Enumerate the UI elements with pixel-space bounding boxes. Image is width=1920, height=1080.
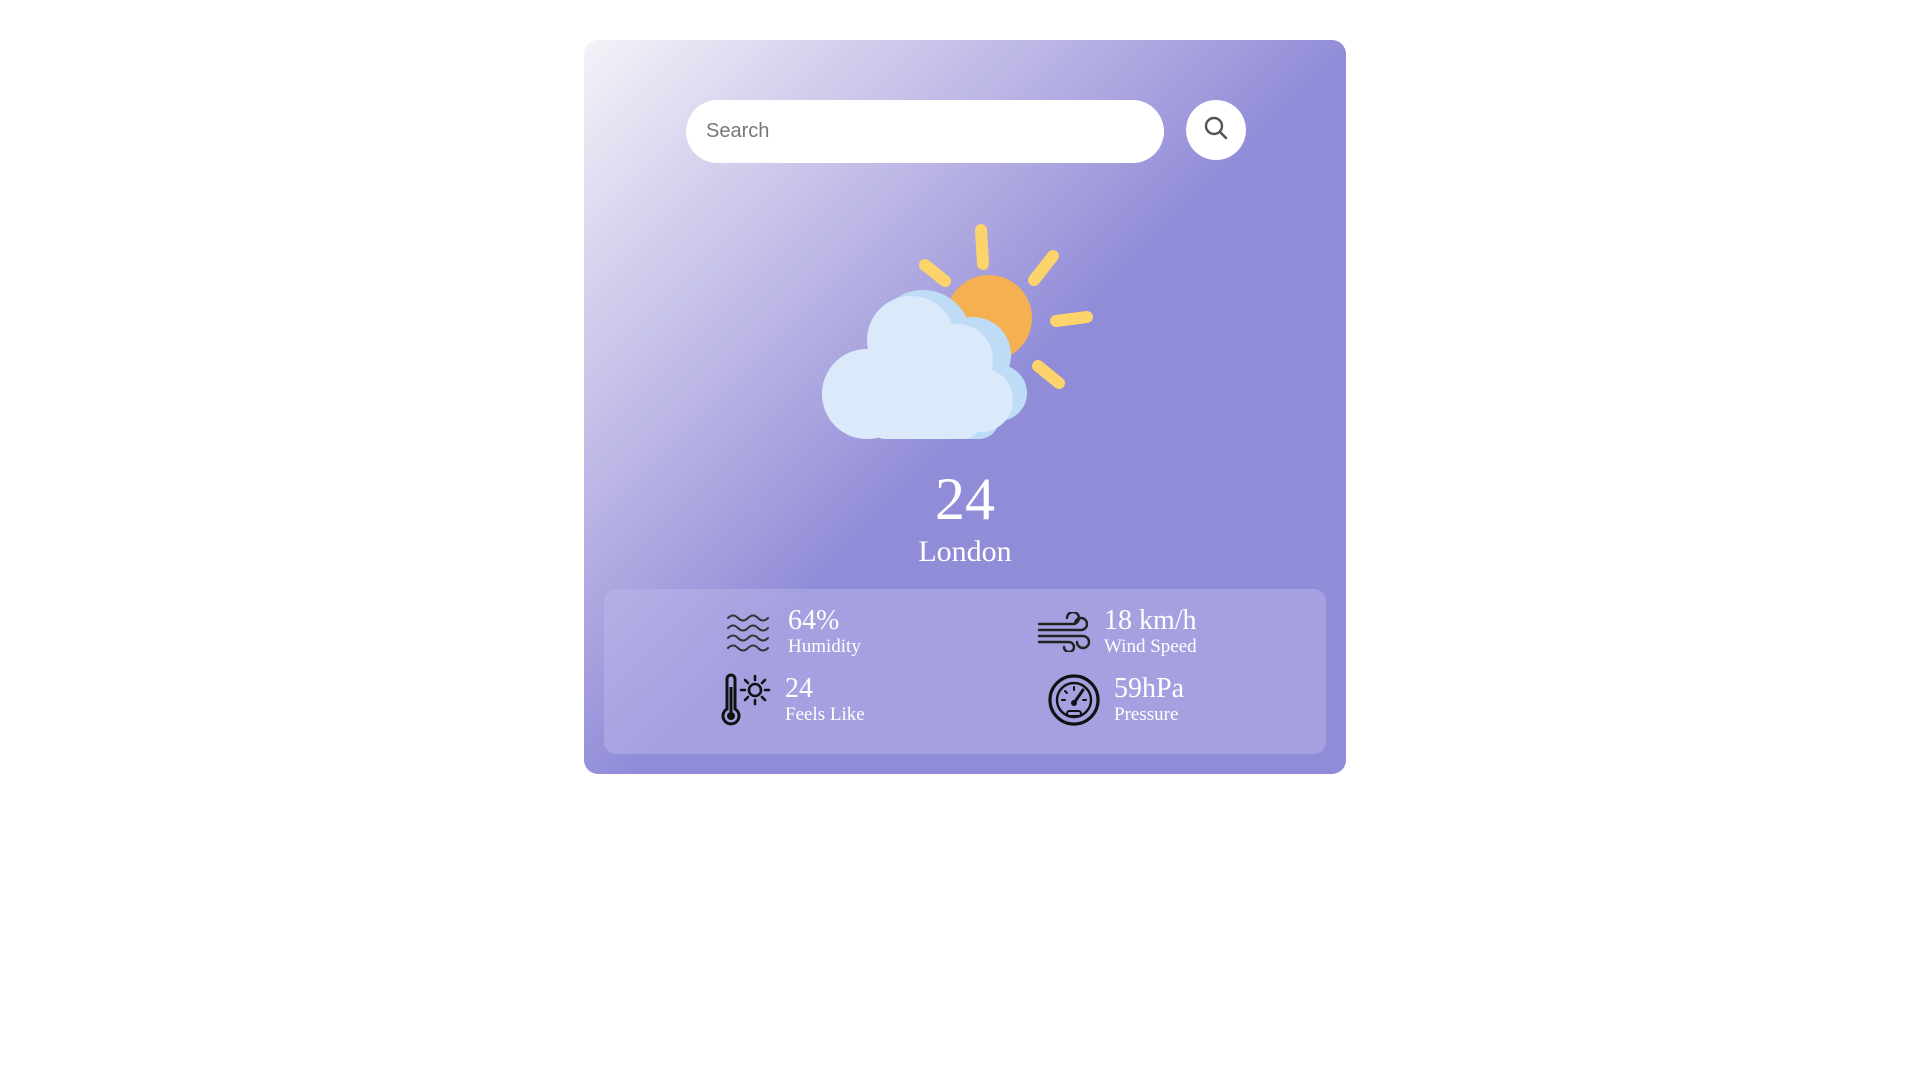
wind-speed-label: Wind Speed bbox=[1104, 636, 1197, 657]
weather-details-panel: 64% Humidity 18 km/h Wind Speed 24 Feels… bbox=[604, 589, 1326, 754]
humidity-stat: 64% Humidity bbox=[720, 604, 861, 660]
wind-speed-value: 18 km/h bbox=[1104, 605, 1197, 636]
wind-icon bbox=[1036, 604, 1092, 660]
search-input[interactable] bbox=[686, 100, 1164, 163]
temperature: 24 bbox=[935, 466, 995, 532]
search-button[interactable] bbox=[1186, 100, 1246, 160]
feels-like-label: Feels Like bbox=[785, 704, 865, 725]
city-name: London bbox=[918, 535, 1012, 568]
feels-like-value: 24 bbox=[785, 673, 813, 704]
wind-speed-stat: 18 km/h Wind Speed bbox=[1036, 604, 1197, 660]
search-bar bbox=[686, 100, 1246, 164]
waves-icon bbox=[720, 604, 776, 660]
feels-like-text: 24 Feels Like bbox=[785, 674, 865, 726]
wind-speed-text: 18 km/h Wind Speed bbox=[1104, 606, 1197, 658]
thermometer-sun-icon bbox=[717, 672, 773, 728]
pressure-text: 59hPa Pressure bbox=[1114, 674, 1184, 726]
humidity-value: 64% bbox=[788, 605, 840, 636]
gauge-icon bbox=[1046, 672, 1102, 728]
search-icon bbox=[1203, 115, 1229, 146]
weather-card: 24 London 64% Humidity bbox=[584, 40, 1346, 774]
pressure-label: Pressure bbox=[1114, 704, 1179, 725]
humidity-label: Humidity bbox=[788, 636, 861, 657]
feels-like-stat: 24 Feels Like bbox=[717, 672, 865, 728]
humidity-text: 64% Humidity bbox=[788, 606, 861, 658]
partly-cloudy-icon bbox=[819, 210, 1119, 480]
pressure-value: 59hPa bbox=[1114, 673, 1184, 704]
pressure-stat: 59hPa Pressure bbox=[1046, 672, 1184, 728]
